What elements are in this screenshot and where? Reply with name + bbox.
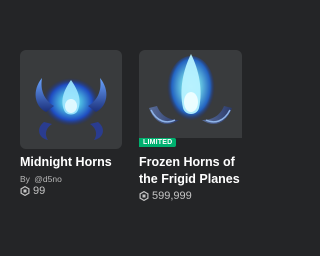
item-thumbnail[interactable] <box>139 50 242 138</box>
midnight-horns-image <box>35 78 107 140</box>
item-card-frozen-horns[interactable]: LIMITED Frozen Horns of the Frigid Plane… <box>139 50 242 202</box>
item-creator: By @d5no <box>20 174 62 184</box>
price-value: 99 <box>33 185 46 197</box>
item-price: 599,999 <box>139 190 192 202</box>
item-name[interactable]: Midnight Horns <box>20 154 112 171</box>
robux-icon <box>139 191 149 201</box>
creator-prefix: By <box>20 174 30 184</box>
item-name-line-2: the Frigid Planes <box>139 172 240 186</box>
item-card-midnight-horns[interactable]: Midnight Horns By @d5no 99 <box>20 50 122 197</box>
catalog-page: Midnight Horns By @d5no 99 LIMITED Froze… <box>0 0 256 256</box>
item-price: 99 <box>20 185 45 197</box>
limited-badge: LIMITED <box>139 138 177 147</box>
item-name[interactable]: Frozen Horns of the Frigid Planes <box>139 154 240 188</box>
creator-link[interactable]: @d5no <box>34 174 62 184</box>
price-value: 599,999 <box>152 190 192 202</box>
item-thumbnail[interactable] <box>20 50 122 149</box>
robux-icon <box>20 186 30 196</box>
item-name-line-1: Frozen Horns of <box>139 155 235 169</box>
frozen-horns-image <box>149 54 232 124</box>
